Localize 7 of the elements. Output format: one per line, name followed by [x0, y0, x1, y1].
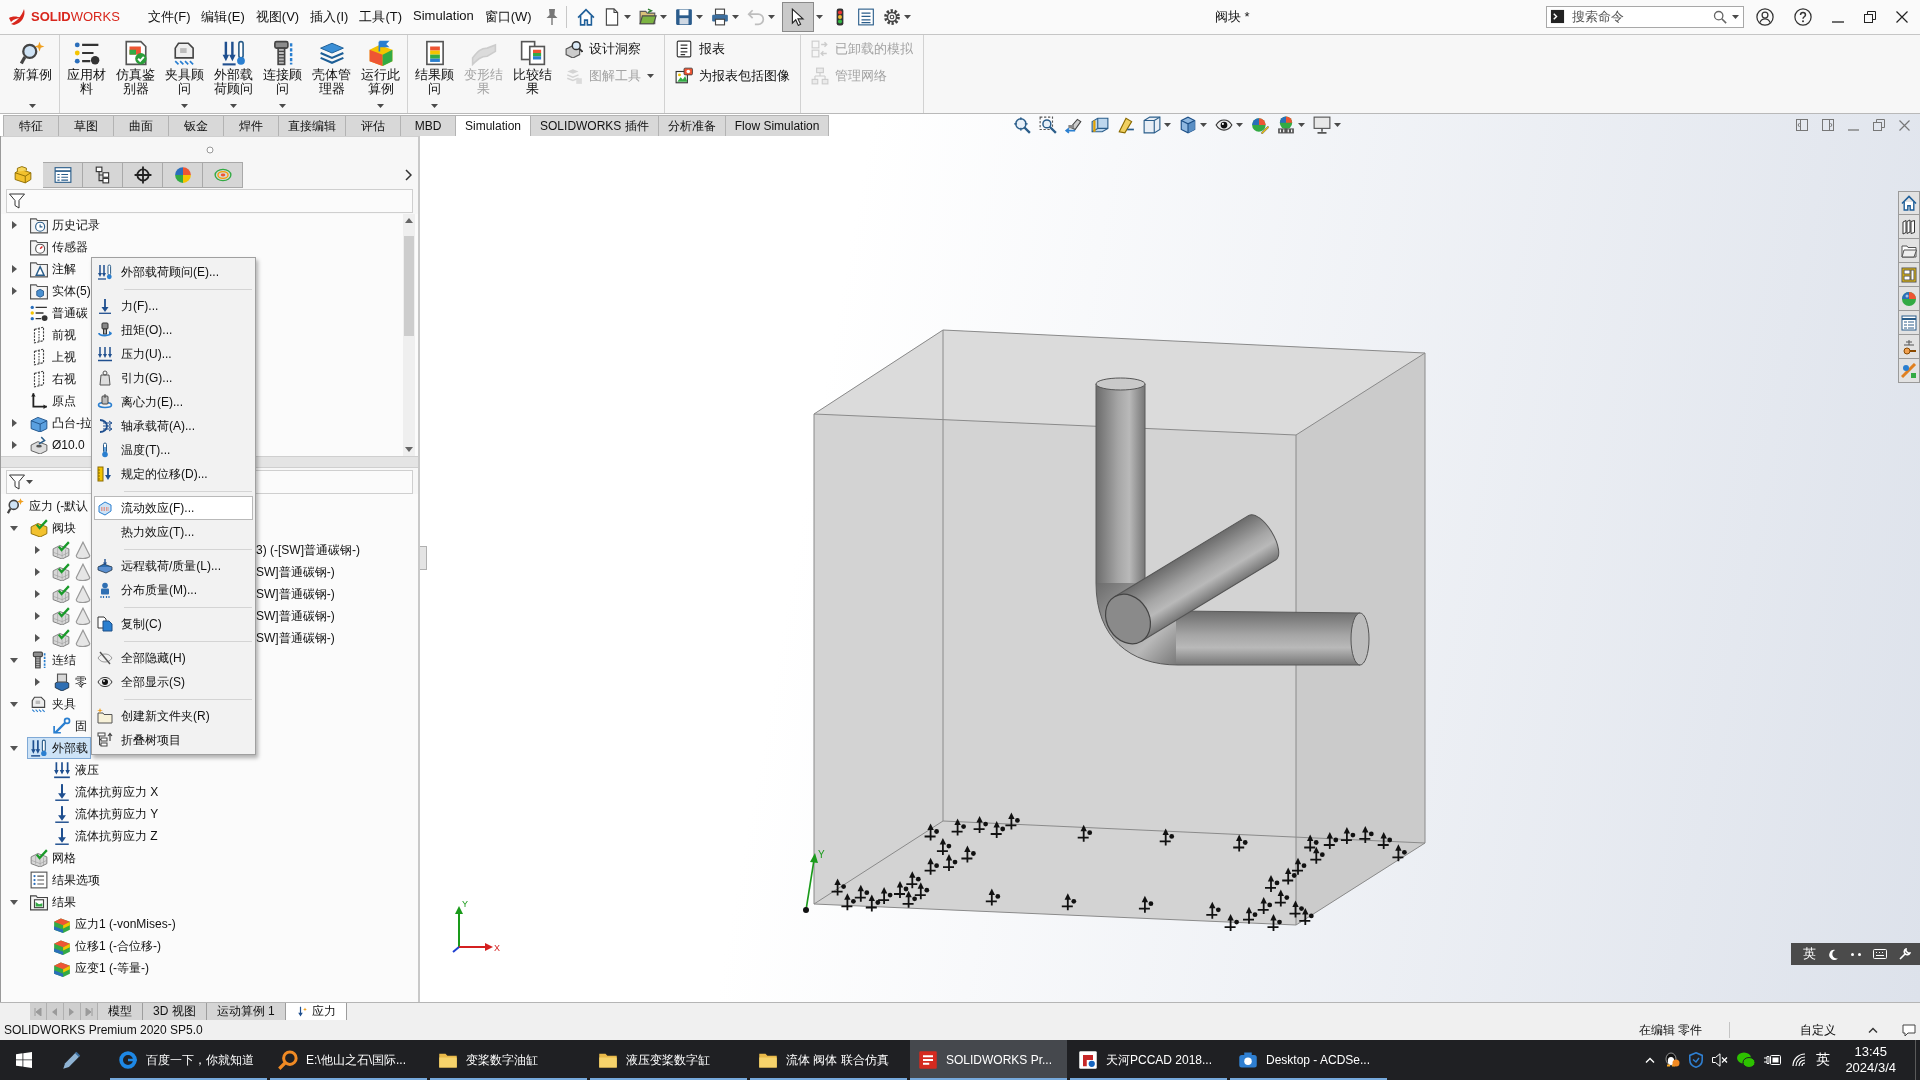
logo-text: SOLIDWORKS — [31, 9, 120, 25]
product-version: SOLIDWORKS Premium 2020 SP5.0 — [4, 1023, 203, 1038]
edit-mode-status: 在编辑 零件 — [1638, 1021, 1702, 1039]
axis-label: X — [494, 943, 500, 954]
axis-label: Y — [818, 849, 825, 861]
axis-label: Y — [462, 899, 468, 910]
document-title: 阀块 * — [1215, 8, 1250, 24]
